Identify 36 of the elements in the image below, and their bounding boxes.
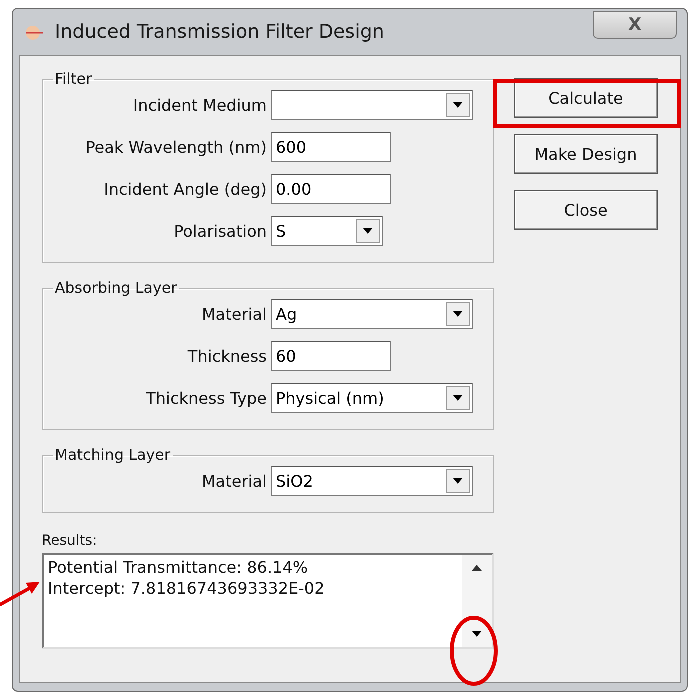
input-field[interactable]: 0.00 [271,174,391,204]
scroll-up-icon[interactable] [472,565,482,571]
annotation-arrow [0,582,40,607]
input-field[interactable]: 600 [271,132,391,162]
dropdown-arrow-icon [453,395,463,401]
field-label: Thickness [186,346,267,366]
dropdown-arrow-icon [453,478,463,484]
field-label: Material [201,472,267,490]
results-label: Results: [42,533,98,549]
result-line: Intercept: 7.81816743693332E-02 [48,578,326,599]
window-close-button[interactable]: X [593,11,677,39]
result-line: Potential Transmittance: 86.14% [48,557,310,578]
dialog-button[interactable]: Close [514,190,658,230]
field-label: Incident Angle (deg) [103,180,267,198]
dialog-button[interactable]: Make Design [514,134,658,174]
dropdown[interactable]: Physical (nm) [271,383,473,413]
field-label: Peak Wavelength (nm) [84,138,267,156]
dropdown[interactable]: S [271,216,383,246]
input-field[interactable]: 60 [271,341,391,371]
window-title: Induced Transmission Filter Design [55,21,384,43]
scroll-down-icon [472,631,482,637]
field-label: Polarisation [173,222,267,240]
field-label: Material [201,304,267,324]
group-title: Matching Layer [54,446,172,464]
group-title: Absorbing Layer [54,279,178,297]
dropdown-arrow-icon [363,228,373,234]
dropdown-arrow-icon [453,102,463,108]
dropdown[interactable] [271,90,473,120]
dialog-button[interactable]: Calculate [514,78,658,118]
field-label: Incident Medium [132,96,267,114]
dropdown-arrow-icon [453,311,463,317]
dropdown[interactable]: Ag [271,299,473,329]
field-label: Thickness Type [145,388,267,408]
annotation-circle [450,616,498,686]
dropdown[interactable]: SiO2 [271,466,473,496]
group-title: Filter [54,70,94,88]
